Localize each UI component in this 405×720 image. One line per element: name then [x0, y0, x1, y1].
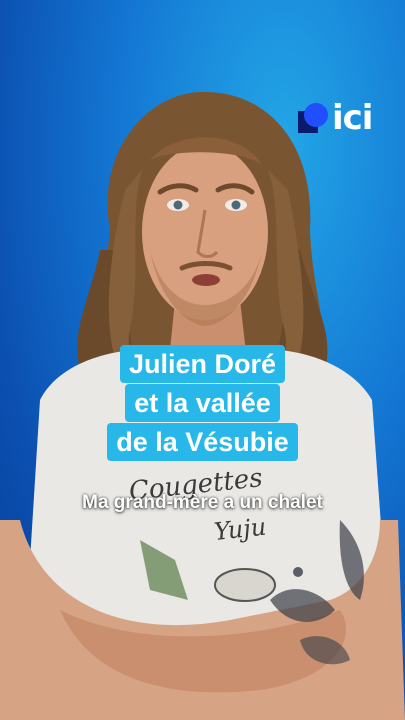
ici-logo-text: ici [332, 98, 373, 138]
title-line-2-row: et la vallée [0, 384, 405, 422]
title-line-3: de la Vésubie [107, 423, 298, 461]
video-frame[interactable]: Cougettes Yuju ici Julien Doré et la val… [0, 0, 405, 720]
title-line-1: Julien Doré [119, 345, 286, 383]
title-line-3-row: de la Vésubie [0, 423, 405, 461]
ici-logo: ici [298, 98, 373, 138]
title-line-1-row: Julien Doré [0, 345, 405, 383]
subtitle-caption: Ma grand-mère a un chalet [82, 492, 323, 513]
ici-logo-mark-icon [298, 103, 328, 133]
title-line-2: et la vallée [125, 384, 280, 422]
svg-text:Yuju: Yuju [213, 513, 268, 546]
